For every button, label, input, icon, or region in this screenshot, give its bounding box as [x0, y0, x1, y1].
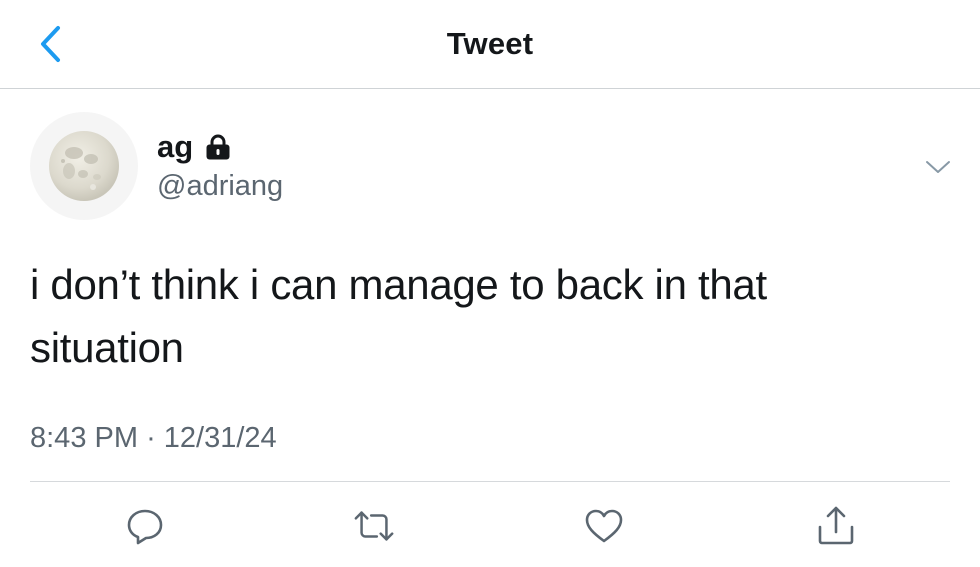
tweet-date: 12/31/24 — [163, 422, 277, 454]
like-button[interactable] — [582, 504, 626, 548]
lock-icon — [203, 132, 233, 162]
retweet-icon — [354, 511, 394, 541]
reply-icon — [127, 509, 163, 545]
display-name[interactable]: ag — [157, 129, 193, 165]
navigation-bar: Tweet — [0, 0, 980, 89]
tweet-timestamp: 8:43 PM · 12/31/24 — [30, 420, 277, 456]
avatar[interactable] — [30, 112, 138, 220]
chevron-down-icon — [926, 161, 950, 173]
tweet-time: 8:43 PM — [30, 422, 138, 454]
author-name-row: ag — [157, 128, 233, 166]
more-options-button[interactable] — [918, 150, 958, 184]
author-handle[interactable]: @adriang — [157, 168, 283, 204]
heart-icon — [585, 509, 623, 543]
timestamp-separator: · — [146, 422, 156, 454]
share-icon — [818, 506, 854, 545]
moon-avatar-image — [49, 131, 119, 201]
page-title: Tweet — [446, 26, 534, 61]
divider — [30, 481, 950, 482]
reply-button[interactable] — [123, 504, 167, 548]
share-button[interactable] — [814, 504, 858, 548]
tweet-text: i don’t think i can manage to back in th… — [30, 261, 767, 371]
tweet-detail-screen: Tweet ag @adriang i don’t think i can ma… — [0, 0, 980, 567]
retweet-button[interactable] — [352, 504, 396, 548]
